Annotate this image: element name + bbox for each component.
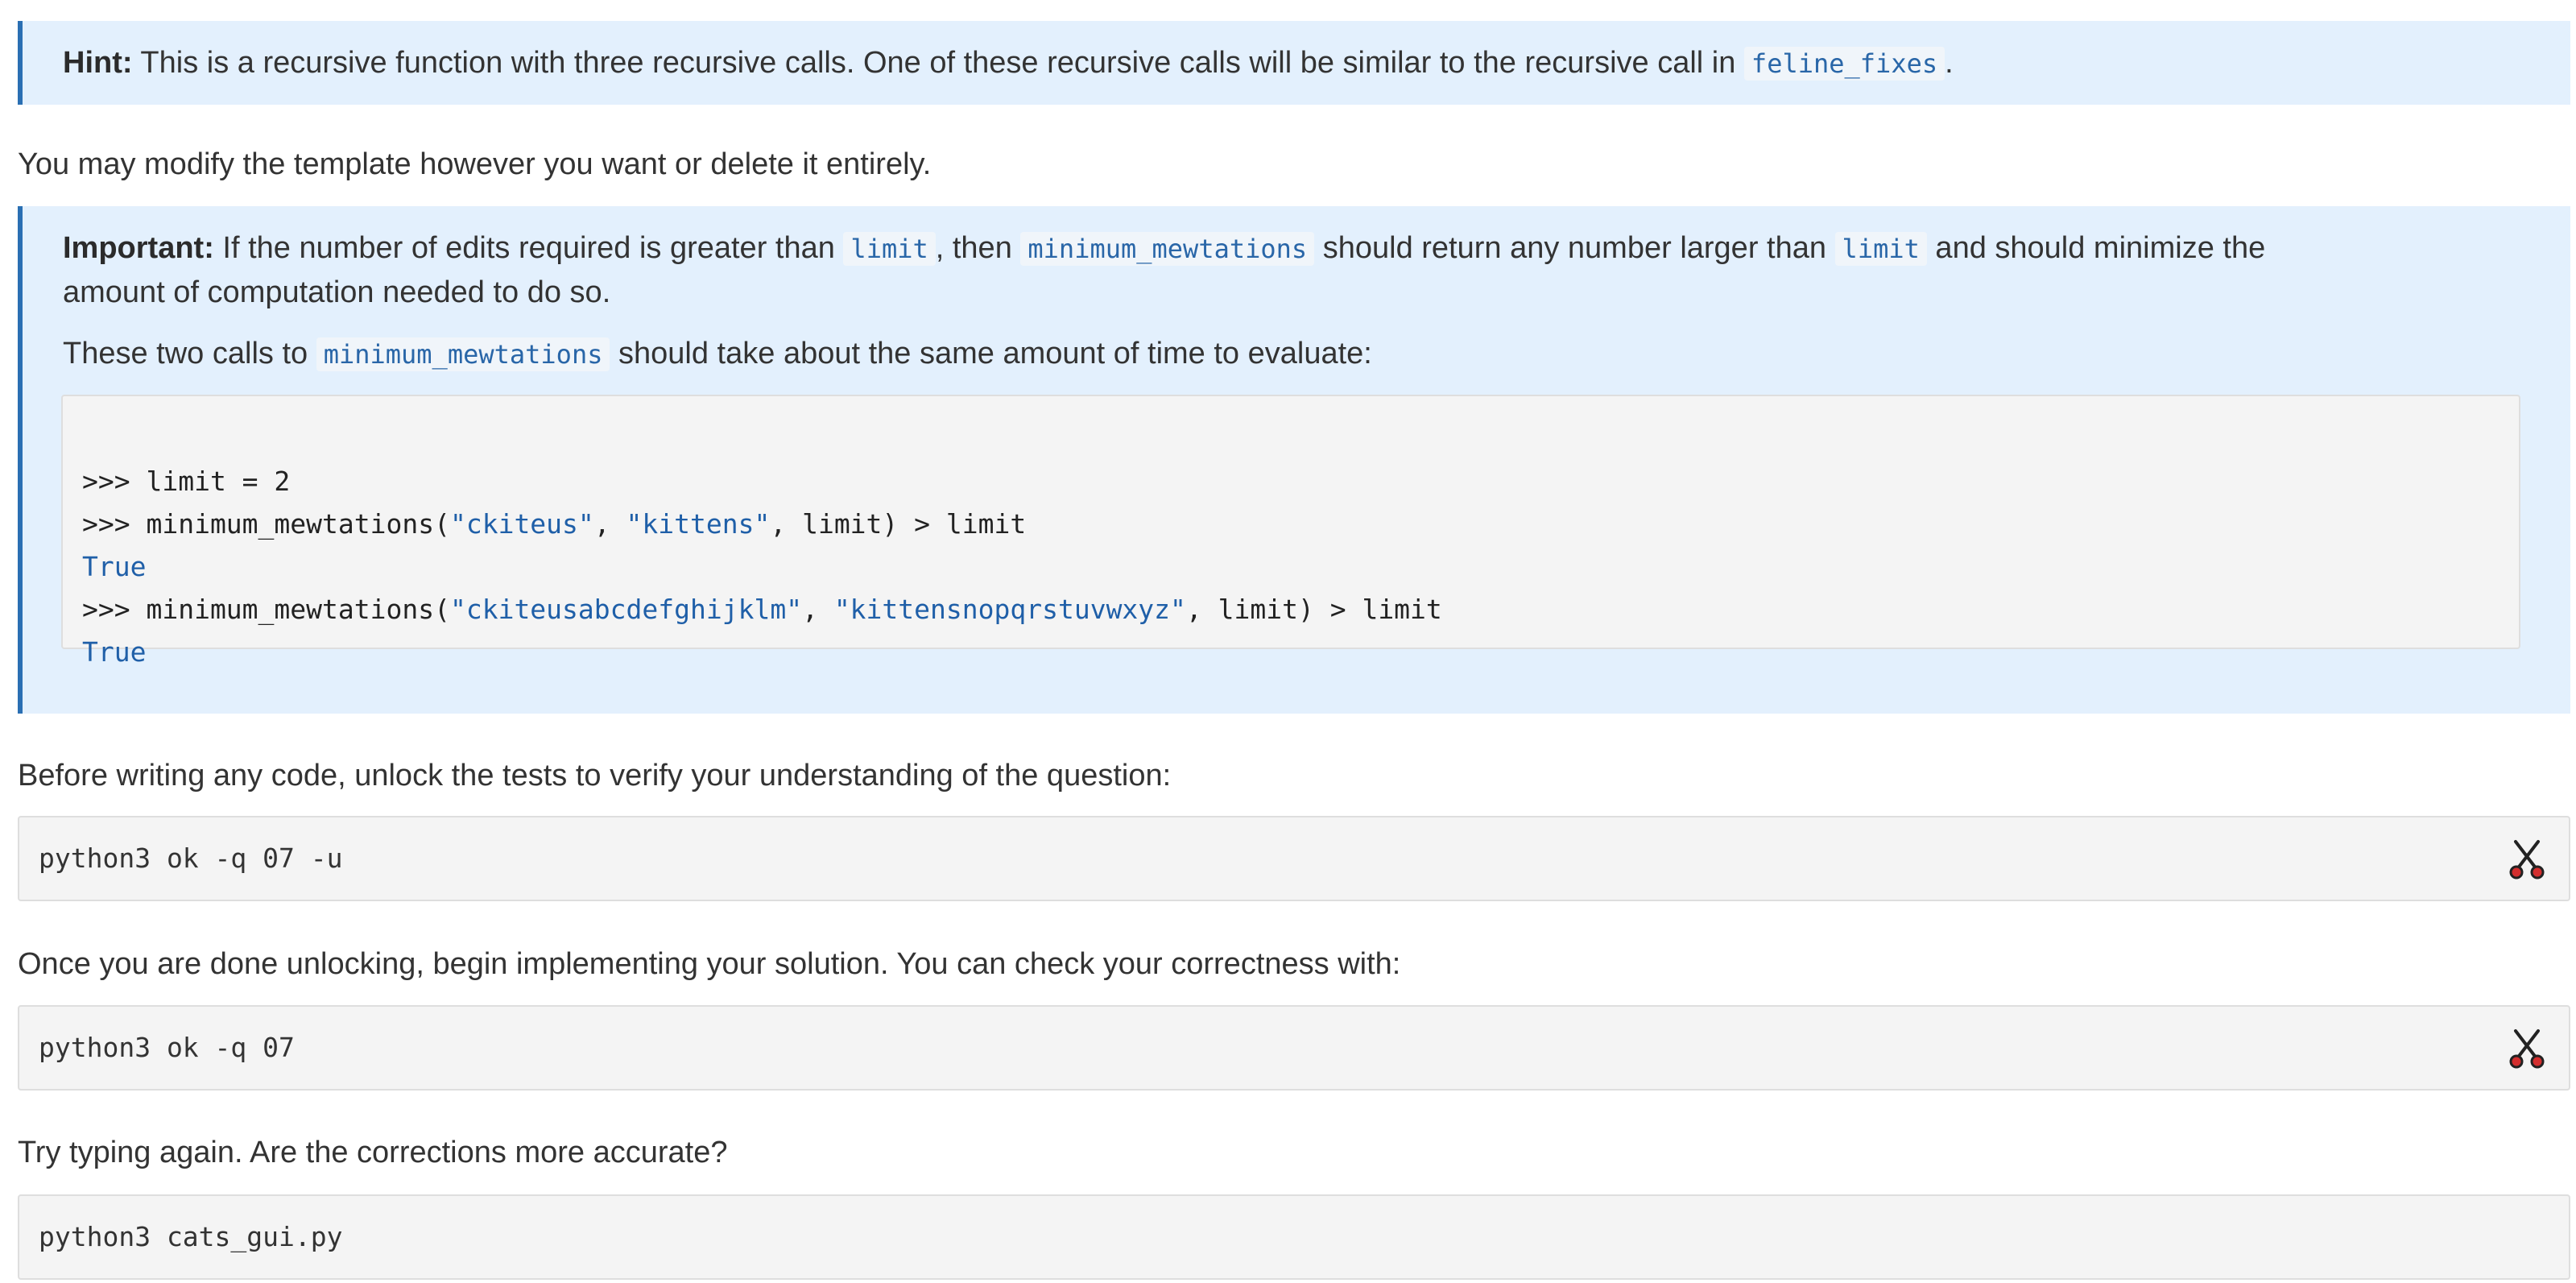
inline-code: limit: [843, 232, 936, 266]
unlock-command-block[interactable]: python3 ok -q 07 -u: [18, 816, 2570, 901]
gui-command[interactable]: python3 cats_gui.py: [39, 1215, 343, 1259]
check-command-block[interactable]: python3 ok -q 07: [18, 1005, 2570, 1091]
repl-line: >>> minimum_mewtations("ckiteus", "kitte…: [82, 508, 1027, 540]
hint-callout: Hint: This is a recursive function with …: [18, 21, 2570, 105]
inline-code: minimum_mewtations: [1020, 232, 1315, 266]
gui-command-block[interactable]: python3 cats_gui.py: [18, 1194, 2570, 1280]
check-command[interactable]: python3 ok -q 07: [39, 1026, 295, 1070]
repl-line: >>> limit = 2: [82, 466, 291, 497]
hint-text: Hint: This is a recursive function with …: [63, 46, 1954, 81]
inline-code: minimum_mewtations: [316, 337, 610, 371]
inline-code: limit: [1834, 232, 1927, 266]
copy-button[interactable]: [2506, 838, 2548, 880]
repl-example: >>> limit = 2 >>> minimum_mewtations("cki…: [61, 395, 2520, 668]
copy-button[interactable]: [2506, 1028, 2548, 1070]
inline-code: feline_fixes: [1743, 47, 1945, 81]
modify-note: You may modify the template however you …: [18, 147, 932, 181]
repl-output: True: [82, 551, 147, 582]
unlock-command[interactable]: python3 ok -q 07 -u: [39, 837, 343, 880]
page: Hint: This is a recursive function with …: [0, 0, 2576, 1283]
try-note: Try typing again. Are the corrections mo…: [18, 1136, 728, 1169]
repl-output: True: [82, 636, 147, 668]
check-note: Once you are done unlocking, begin imple…: [18, 947, 1401, 981]
scissors-icon: [2509, 840, 2545, 879]
important-subtext: These two calls to minimum_mewtations sh…: [63, 337, 1372, 371]
scissors-icon: [2509, 1029, 2545, 1069]
unlock-note: Before writing any code, unlock the test…: [18, 759, 1172, 793]
important-label: Important:: [63, 231, 214, 265]
important-text: Important: If the number of edits requir…: [63, 231, 2266, 309]
hint-label: Hint:: [63, 46, 133, 80]
repl-line: >>> minimum_mewtations("ckiteusabcdefghi…: [82, 594, 1442, 625]
